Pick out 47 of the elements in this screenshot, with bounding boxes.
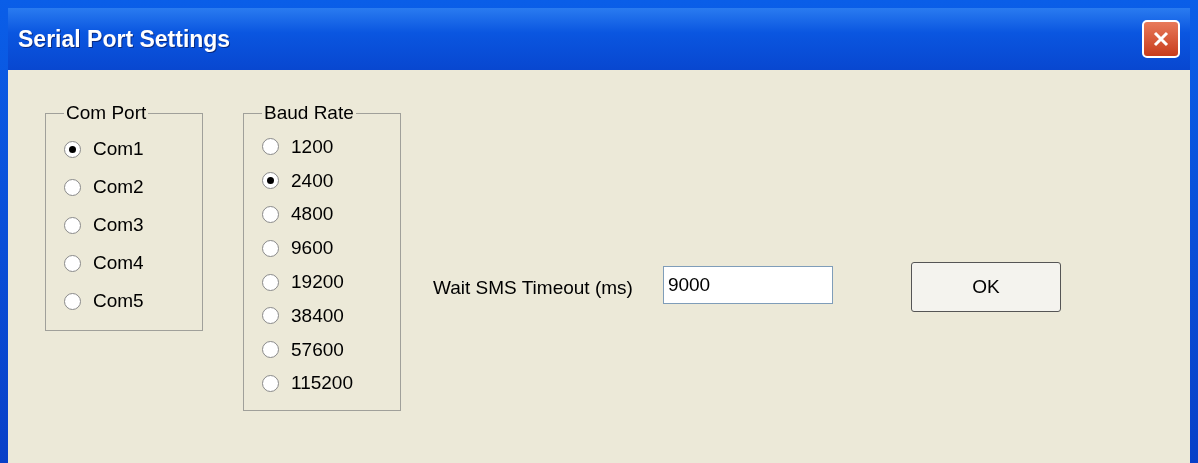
window-title: Serial Port Settings — [18, 25, 231, 53]
option-label: Com5 — [93, 290, 144, 312]
option-label: 19200 — [291, 271, 344, 294]
group-title: Baud Rate — [263, 102, 355, 124]
radio-option[interactable]: 2400 — [262, 163, 400, 198]
option-label: Com3 — [93, 214, 144, 236]
radio-option[interactable]: Com4 — [64, 244, 202, 282]
radio-option[interactable]: 38400 — [262, 299, 400, 333]
radio-button[interactable] — [262, 341, 279, 359]
option-label: Com1 — [93, 138, 144, 160]
radio-button[interactable] — [262, 273, 279, 291]
radio-option[interactable]: Com5 — [64, 282, 202, 320]
option-label: 9600 — [291, 237, 334, 260]
radio-button[interactable] — [262, 172, 279, 190]
radio-button[interactable] — [262, 239, 279, 257]
option-label: 1200 — [291, 135, 334, 158]
option-label: Com4 — [93, 252, 144, 274]
radio-option[interactable]: Com1 — [64, 130, 202, 168]
radio-button[interactable] — [64, 178, 81, 196]
option-label: 115200 — [291, 372, 353, 395]
option-label: 2400 — [291, 169, 334, 192]
radio-option[interactable]: 9600 — [262, 231, 400, 266]
timeout-field[interactable]: 9000 — [662, 266, 833, 304]
option-label: 38400 — [291, 304, 344, 327]
radio-option[interactable]: 1200 — [262, 130, 400, 164]
radio-button[interactable] — [262, 206, 279, 223]
radio-button[interactable] — [64, 140, 81, 158]
option-label: 57600 — [291, 338, 344, 361]
radio-option[interactable]: Com2 — [64, 168, 202, 206]
radio-option[interactable]: Com3 — [64, 206, 202, 244]
radio-option[interactable]: 57600 — [262, 332, 400, 367]
group-title: Com Port — [65, 102, 148, 124]
option-label: 4800 — [291, 203, 334, 226]
radio-button[interactable] — [64, 216, 81, 234]
close-icon — [1152, 30, 1170, 48]
radio-option[interactable]: 4800 — [262, 197, 400, 232]
radio-button[interactable] — [262, 307, 279, 325]
radio-button[interactable] — [64, 292, 81, 310]
option-label: Com2 — [93, 176, 144, 198]
radio-option[interactable]: 19200 — [262, 265, 400, 299]
radio-button[interactable] — [262, 374, 279, 392]
radio-button[interactable] — [64, 254, 81, 272]
radio-option[interactable]: 115200 — [262, 366, 400, 401]
radio-button[interactable] — [262, 138, 279, 156]
ok-button[interactable]: OK — [910, 262, 1061, 312]
close-button[interactable] — [1142, 20, 1180, 58]
timeout-label: Wait SMS Timeout (ms) — [433, 277, 633, 299]
